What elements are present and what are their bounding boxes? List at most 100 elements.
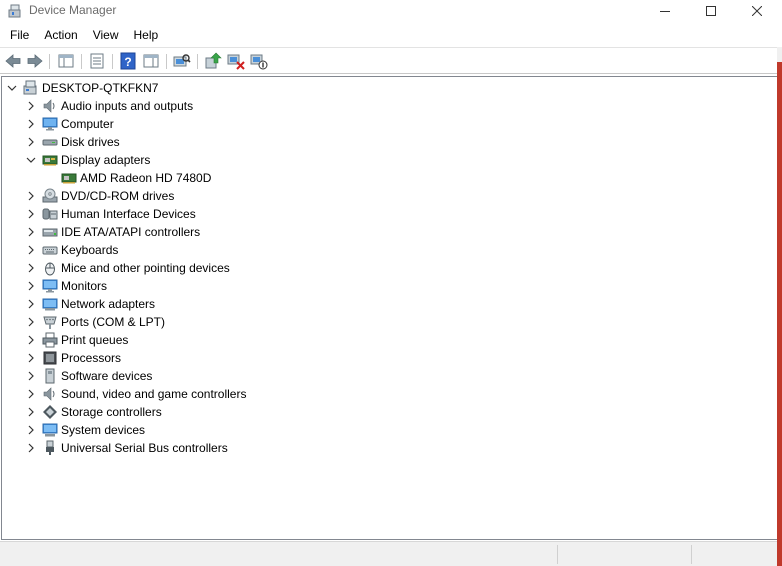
printer-icon <box>42 332 58 348</box>
tree-item-label: AMD Radeon HD 7480D <box>80 171 212 185</box>
chevron-right-icon[interactable] <box>23 277 39 295</box>
port-icon <box>43 316 57 329</box>
update-driver-icon[interactable] <box>204 52 222 70</box>
tree-item-label: Display adapters <box>61 153 151 167</box>
menu-bar: File Action View Help <box>0 25 165 45</box>
chevron-right-icon[interactable] <box>23 367 39 385</box>
tree-item[interactable]: Network adapters <box>23 295 155 313</box>
disable-device-icon[interactable] <box>250 52 268 70</box>
device-chip-icon <box>61 173 77 184</box>
chevron-right-icon[interactable] <box>23 205 39 223</box>
speaker-icon <box>43 99 55 113</box>
tree-item[interactable]: Ports (COM & LPT) <box>23 313 165 331</box>
tree-item[interactable]: Monitors <box>23 277 107 295</box>
chevron-right-icon[interactable] <box>23 259 39 277</box>
maximize-icon <box>706 6 716 16</box>
chevron-right-icon[interactable] <box>23 385 39 403</box>
tree-item-label: IDE ATA/ATAPI controllers <box>61 225 201 239</box>
tree-item[interactable]: Storage controllers <box>23 403 162 421</box>
properties-icon[interactable] <box>88 52 106 70</box>
tree-item[interactable]: Processors <box>23 349 121 367</box>
sound-controller-icon <box>43 387 55 401</box>
chevron-right-icon[interactable] <box>23 349 39 367</box>
dvd-drive-icon <box>42 188 58 203</box>
back-icon[interactable] <box>4 52 22 70</box>
close-button[interactable] <box>734 0 780 22</box>
tree-item[interactable]: Computer <box>23 115 114 133</box>
tree-item[interactable]: Sound, video and game controllers <box>23 385 246 403</box>
tree-item[interactable]: Print queues <box>23 331 128 349</box>
tree-item[interactable]: Disk drives <box>23 133 120 151</box>
chevron-right-icon[interactable] <box>23 115 39 133</box>
chevron-right-icon[interactable] <box>23 331 39 349</box>
storage-controller-icon <box>43 405 57 419</box>
tree-item[interactable]: Audio inputs and outputs <box>23 97 193 115</box>
scan-hardware-icon[interactable] <box>173 52 191 70</box>
tree-item[interactable]: Keyboards <box>23 241 118 259</box>
svg-text:?: ? <box>124 55 131 69</box>
chevron-right-icon[interactable] <box>23 403 39 421</box>
console-tree-icon[interactable] <box>57 52 75 70</box>
chevron-right-icon[interactable] <box>23 97 39 115</box>
title-bar: Device Manager <box>0 0 782 22</box>
processor-icon <box>43 351 57 365</box>
software-device-icon <box>45 368 55 384</box>
menu-help[interactable]: Help <box>126 25 166 45</box>
background-window-edge <box>777 47 782 566</box>
background-window-edge-top <box>777 47 782 62</box>
disk-drive-icon <box>42 139 58 146</box>
chevron-right-icon[interactable] <box>23 187 39 205</box>
tree-item[interactable]: Mice and other pointing devices <box>23 259 230 277</box>
tree-item[interactable]: Software devices <box>23 367 152 385</box>
tree-item-label: Computer <box>61 117 114 131</box>
tree-item-label: Disk drives <box>61 135 120 149</box>
action-pane-icon[interactable] <box>142 52 160 70</box>
chevron-right-icon[interactable] <box>23 133 39 151</box>
hid-icon <box>42 208 58 220</box>
tree-item-label: Universal Serial Bus controllers <box>61 441 228 455</box>
chevron-right-icon[interactable] <box>23 241 39 259</box>
menu-file[interactable]: File <box>0 25 36 45</box>
tree-item[interactable]: IDE ATA/ATAPI controllers <box>23 223 200 241</box>
chevron-down-icon[interactable] <box>4 79 20 97</box>
chevron-right-icon[interactable] <box>23 295 39 313</box>
maximize-button[interactable] <box>688 0 734 22</box>
mouse-icon <box>45 262 55 276</box>
minimize-icon <box>660 11 670 12</box>
uninstall-device-icon[interactable] <box>227 52 245 70</box>
chevron-down-icon[interactable] <box>23 151 39 169</box>
keyboard-icon <box>42 246 58 255</box>
tree-item[interactable]: Display adapters <box>23 151 150 169</box>
ide-controller-icon <box>42 228 58 237</box>
tree-item-label: Software devices <box>61 369 153 383</box>
menu-view[interactable]: View <box>85 25 126 45</box>
tree-item-label: Sound, video and game controllers <box>61 387 247 401</box>
help-icon[interactable]: ? <box>119 52 137 70</box>
display-adapter-icon <box>42 155 58 166</box>
chevron-right-icon[interactable] <box>23 313 39 331</box>
tree-item-label: Keyboards <box>61 243 119 257</box>
tree-item[interactable]: Universal Serial Bus controllers <box>23 439 228 457</box>
chevron-right-icon[interactable] <box>23 223 39 241</box>
tree-item-label: Monitors <box>61 279 108 293</box>
tree-child-item[interactable]: AMD Radeon HD 7480D <box>42 169 211 187</box>
usb-icon <box>46 440 54 455</box>
tree-item-label: Print queues <box>61 333 129 347</box>
tree-item-label: System devices <box>61 423 146 437</box>
device-tree[interactable]: DESKTOP-QTKFKN7 Audio inputs and outputs… <box>1 76 777 540</box>
tree-item-label: Mice and other pointing devices <box>61 261 230 275</box>
tree-item[interactable]: Human Interface Devices <box>23 205 196 223</box>
computer-icon <box>42 117 58 131</box>
forward-icon[interactable] <box>26 52 44 70</box>
tree-root[interactable]: DESKTOP-QTKFKN7 <box>4 79 158 97</box>
minimize-button[interactable] <box>642 0 688 22</box>
network-adapter-icon <box>42 298 58 311</box>
menu-action[interactable]: Action <box>36 25 84 45</box>
tree-item-label: Human Interface Devices <box>61 207 196 221</box>
chevron-right-icon[interactable] <box>23 421 39 439</box>
tree-item-label: Audio inputs and outputs <box>61 99 194 113</box>
tree-item[interactable]: System devices <box>23 421 145 439</box>
chevron-right-icon[interactable] <box>23 439 39 457</box>
tree-item[interactable]: DVD/CD-ROM drives <box>23 187 174 205</box>
